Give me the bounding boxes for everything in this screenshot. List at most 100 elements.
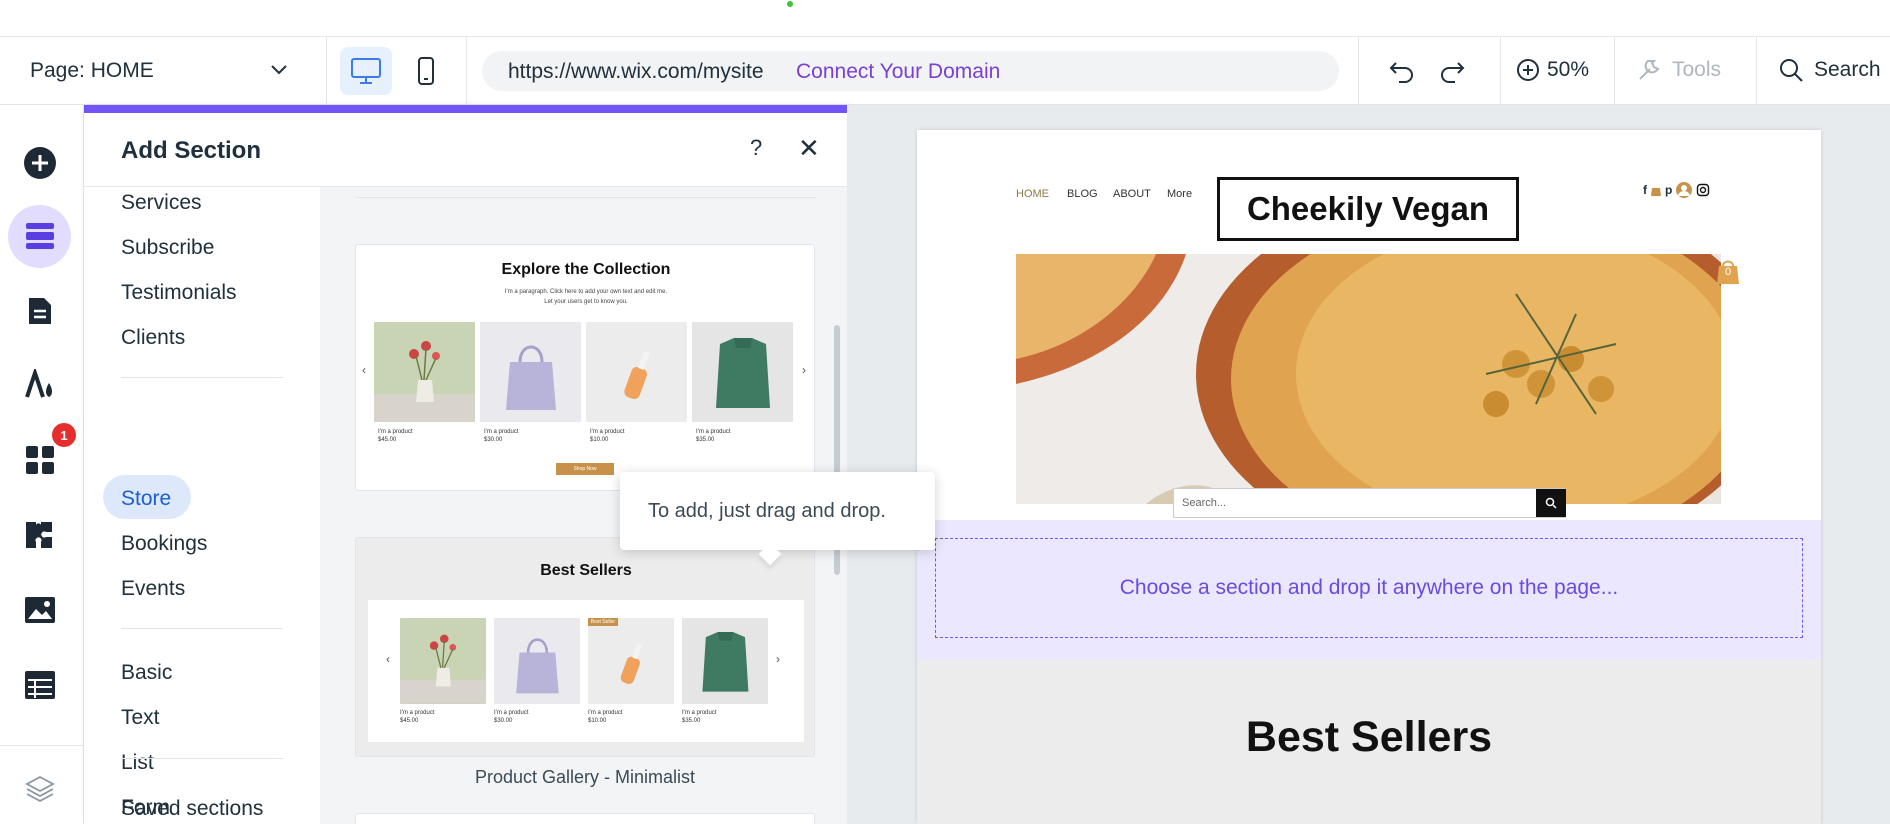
apps-icon[interactable] bbox=[22, 442, 58, 478]
undo-icon bbox=[1389, 62, 1413, 83]
apps-notification-badge: 1 bbox=[52, 423, 76, 447]
url-bar[interactable]: https://www.wix.com/mysite Connect Your … bbox=[482, 51, 1339, 91]
chevron-left-icon: ‹ bbox=[386, 652, 390, 666]
site-search-box[interactable]: Search... bbox=[1173, 488, 1566, 518]
site-logo[interactable]: Cheekily Vegan bbox=[1217, 177, 1519, 241]
toolbar-divider bbox=[1614, 37, 1615, 105]
panel-accent-bar bbox=[84, 105, 847, 113]
social-bar: f p bbox=[1643, 181, 1710, 199]
toolbar-divider bbox=[1756, 37, 1757, 105]
product-name: I'm a product bbox=[588, 710, 623, 716]
search-button[interactable]: Search bbox=[1778, 57, 1881, 83]
design-icon[interactable] bbox=[22, 367, 58, 403]
instagram-icon[interactable] bbox=[1696, 183, 1710, 197]
site-url: https://www.wix.com/mysite bbox=[508, 60, 764, 83]
preview-shop-button: Shop Now bbox=[556, 463, 614, 475]
undo-button[interactable] bbox=[1388, 57, 1416, 90]
preview-card-explore[interactable]: Explore the Collection I'm a paragraph. … bbox=[355, 244, 815, 491]
hero-image-hummus[interactable] bbox=[1016, 254, 1721, 504]
product-image-serum: Best Seller bbox=[588, 618, 674, 704]
preview-card-best-sellers[interactable]: Best Sellers ‹ › Best Seller I'm a produ… bbox=[355, 537, 815, 757]
category-divider bbox=[121, 758, 283, 759]
category-basic[interactable]: Basic bbox=[121, 661, 172, 685]
help-button[interactable]: ? bbox=[750, 135, 762, 161]
pages-icon[interactable] bbox=[22, 293, 58, 329]
connect-domain-link[interactable]: Connect Your Domain bbox=[796, 60, 1000, 84]
facebook-icon[interactable]: f bbox=[1643, 183, 1647, 197]
chevron-right-icon: › bbox=[776, 652, 780, 666]
nav-home[interactable]: HOME bbox=[1016, 188, 1049, 200]
category-text[interactable]: Text bbox=[121, 706, 160, 730]
toolbar-divider bbox=[326, 37, 327, 105]
product-image-vase bbox=[374, 322, 475, 422]
product-image-tote bbox=[480, 322, 581, 422]
toolbar-divider bbox=[466, 37, 467, 105]
desktop-view-button[interactable] bbox=[340, 47, 392, 95]
toolbar-divider bbox=[1358, 37, 1359, 105]
product-name: I'm a product bbox=[378, 429, 413, 435]
page-selector[interactable]: Page: HOME bbox=[30, 59, 154, 83]
desktop-icon bbox=[351, 58, 381, 84]
product-image-tote bbox=[494, 618, 580, 704]
add-section-panel: Add Section ? ✕ Services Subscribe Testi… bbox=[84, 105, 847, 824]
best-seller-ribbon: Best Seller bbox=[588, 618, 618, 626]
category-services[interactable]: Services bbox=[121, 191, 202, 215]
pinterest-icon[interactable]: p bbox=[1665, 183, 1672, 197]
zoom-button[interactable]: 50% bbox=[1515, 57, 1589, 83]
product-price: $10.00 bbox=[590, 437, 609, 443]
category-list[interactable]: List bbox=[121, 751, 154, 775]
category-store[interactable]: Store bbox=[121, 487, 171, 511]
panel-header: Add Section ? ✕ bbox=[84, 113, 847, 187]
tools-label: Tools bbox=[1672, 58, 1722, 81]
tooltip-text: To add, just drag and drop. bbox=[648, 500, 886, 522]
nav-blog[interactable]: BLOG bbox=[1067, 188, 1098, 200]
preview-divider bbox=[356, 197, 816, 198]
chevron-down-icon[interactable] bbox=[270, 63, 288, 81]
drag-drop-tooltip: To add, just drag and drop. bbox=[620, 472, 935, 550]
preview-subtitle: I'm a paragraph. Click here to add your … bbox=[504, 289, 668, 295]
category-bookings[interactable]: Bookings bbox=[121, 532, 207, 556]
category-subscribe[interactable]: Subscribe bbox=[121, 236, 214, 260]
preview-caption: Product Gallery - Minimalist bbox=[474, 767, 696, 787]
zoom-in-icon bbox=[1517, 59, 1539, 81]
category-clients[interactable]: Clients bbox=[121, 326, 185, 350]
product-price: $35.00 bbox=[696, 437, 715, 443]
product-price: $45.00 bbox=[378, 437, 397, 443]
nav-about[interactable]: ABOUT bbox=[1113, 188, 1151, 200]
product-price: $35.00 bbox=[682, 718, 701, 724]
product-name: I'm a product bbox=[494, 710, 529, 716]
shop-bag-icon[interactable] bbox=[1650, 183, 1662, 197]
mobile-icon bbox=[418, 57, 434, 85]
section-drop-zone[interactable]: Choose a section and drop it anywhere on… bbox=[935, 538, 1803, 638]
product-image-vase bbox=[400, 618, 486, 704]
chevron-right-icon: › bbox=[802, 363, 806, 377]
preview-gallery: ‹ › Best Seller I'm a product $45.00 I'm… bbox=[368, 600, 804, 742]
status-dot bbox=[787, 1, 793, 7]
media-icon[interactable] bbox=[22, 592, 58, 628]
site-search-button[interactable] bbox=[1536, 489, 1566, 517]
editor-toolbar: Page: HOME https://www.wix.com/mysite Co… bbox=[0, 37, 1890, 105]
category-events[interactable]: Events bbox=[121, 577, 185, 601]
sections-icon[interactable] bbox=[22, 218, 58, 254]
tools-button[interactable]: Tools bbox=[1636, 57, 1721, 83]
business-icon[interactable] bbox=[22, 517, 58, 553]
category-testimonials[interactable]: Testimonials bbox=[121, 281, 237, 305]
close-button[interactable]: ✕ bbox=[798, 133, 820, 164]
category-divider bbox=[121, 628, 283, 629]
mobile-view-button[interactable] bbox=[400, 47, 452, 95]
nav-more[interactable]: More bbox=[1167, 188, 1192, 200]
site-search-placeholder: Search... bbox=[1182, 497, 1227, 509]
cart-count: 0 bbox=[1724, 266, 1732, 278]
preview-card-next[interactable] bbox=[355, 813, 815, 824]
redo-button[interactable] bbox=[1438, 57, 1466, 90]
layers-icon[interactable] bbox=[22, 770, 58, 806]
category-list: Services Subscribe Testimonials Clients … bbox=[84, 187, 320, 824]
saved-sections-link[interactable]: Saved sections bbox=[121, 797, 263, 821]
cms-icon[interactable] bbox=[22, 667, 58, 703]
site-page[interactable]: HOME BLOG ABOUT More Cheekily Vegan f p … bbox=[917, 130, 1821, 824]
search-icon bbox=[1780, 59, 1803, 82]
product-price: $45.00 bbox=[400, 718, 419, 724]
user-avatar-icon[interactable] bbox=[1675, 181, 1693, 199]
add-icon[interactable] bbox=[22, 145, 58, 181]
tools-icon bbox=[1639, 60, 1660, 80]
